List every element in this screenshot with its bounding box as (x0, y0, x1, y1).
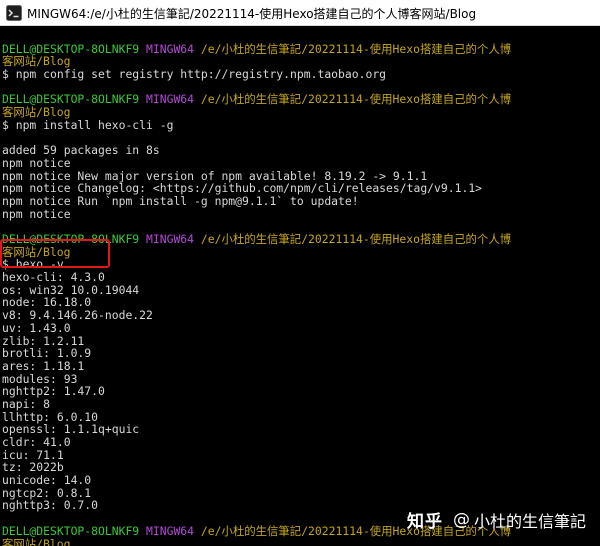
window-title: MINGW64:/e/小杜的生信筆記/20221114-使用Hexo搭建自己的个… (27, 7, 477, 21)
command-line: $ npm install hexo-cli -g (2, 117, 174, 132)
output-line: npm notice (2, 155, 71, 170)
output-line: npm notice Run `npm install -g npm@9.1.1… (2, 193, 359, 208)
output-line: os: win32 10.0.19044 (2, 282, 140, 297)
output-line: unicode: 14.0 (2, 473, 92, 488)
watermark-author: 小杜的生信筆記 (473, 511, 586, 531)
output-line: cldr: 41.0 (2, 435, 71, 449)
output-line: ares: 1.18.1 (2, 358, 85, 373)
prompt-path: /e/小杜的生信筆記/20221114-使用Hexo搭建自己的个人博 (200, 92, 512, 107)
output-line: brotli: 1.0.9 (2, 346, 92, 361)
prompt-user-host: DELL@DESKTOP-8OLNKF9 (2, 523, 140, 538)
prompt-shell: MINGW64 (146, 523, 195, 538)
output-line: tz: 2022b (2, 460, 64, 475)
prompt-path-wrap: 客网站/Blog (2, 536, 71, 546)
prompt-shell: MINGW64 (146, 232, 195, 246)
watermark-at: @ (452, 509, 470, 530)
output-line: uv: 1.43.0 (2, 320, 71, 335)
zhihu-watermark: 知乎 @ 小杜的生信筆記 (406, 507, 586, 533)
prompt-line: DELL@DESKTOP-8OLNKF9 MINGW64 /e/小杜的生信筆記/… (2, 41, 598, 56)
terminal-output[interactable]: DELL@DESKTOP-8OLNKF9 MINGW64 /e/小杜的生信筆記/… (2, 30, 598, 546)
output-line: icu: 71.1 (2, 447, 64, 462)
prompt-path: /e/小杜的生信筆記/20221114-使用Hexo搭建自己的个人博 (200, 232, 512, 246)
terminal-app-icon (6, 5, 22, 21)
output-line: nghttp2: 1.47.0 (2, 384, 105, 399)
prompt-path: /e/小杜的生信筆記/20221114-使用Hexo搭建自己的个人博 (200, 41, 512, 56)
prompt-shell: MINGW64 (146, 41, 195, 56)
output-line: hexo-cli: 4.3.0 (2, 270, 105, 285)
output-line: napi: 8 (2, 396, 51, 411)
output-line: npm notice (2, 206, 71, 221)
prompt-path-wrap: 客网站/Blog (2, 105, 71, 120)
output-line: v8: 9.4.146.26-node.22 (2, 308, 153, 323)
command-line: $ npm config set registry http://registr… (2, 67, 387, 82)
watermark-brand: 知乎 (406, 512, 443, 532)
prompt-line: DELL@DESKTOP-8OLNKF9 MINGW64 /e/小杜的生信筆記/… (2, 93, 598, 106)
command-highlight-box (0, 239, 110, 268)
window-titlebar[interactable]: MINGW64:/e/小杜的生信筆記/20221114-使用Hexo搭建自己的个… (0, 0, 600, 26)
output-line: zlib: 1.2.11 (2, 333, 85, 348)
prompt-shell: MINGW64 (146, 92, 195, 107)
output-line: added 59 packages in 8s (2, 143, 160, 158)
output-line: openssl: 1.1.1q+quic (2, 422, 140, 437)
